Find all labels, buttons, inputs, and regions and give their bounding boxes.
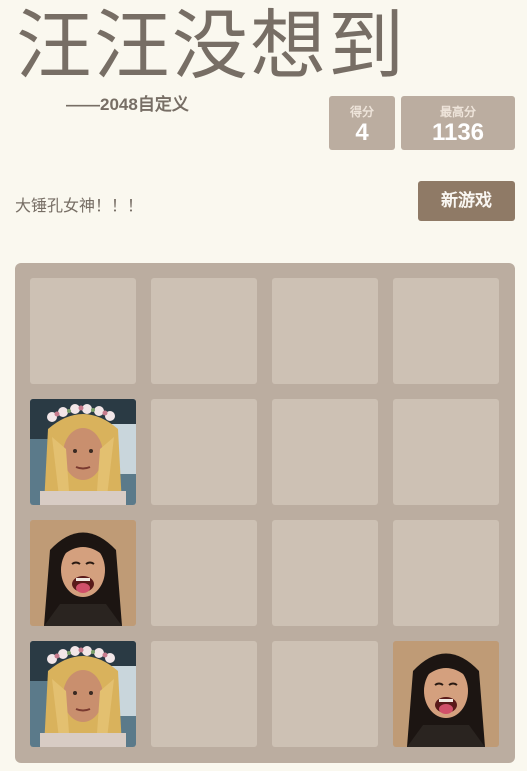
game-title: 汪汪没想到 — [16, 1, 406, 90]
score-label: 得分 — [349, 105, 374, 119]
empty-cell — [151, 399, 257, 505]
flower-crown-face-image — [30, 641, 136, 747]
best-score-value: 1136 — [431, 119, 485, 146]
empty-cell — [272, 278, 378, 384]
empty-cell — [151, 520, 257, 626]
laughing-face-image — [30, 520, 136, 626]
game-intro-text: 大锤孔女神！！！ — [15, 198, 144, 215]
tile-flower-crown-face — [30, 399, 136, 505]
empty-cell — [272, 399, 378, 505]
game-subtitle: ——2048自定义 — [66, 95, 189, 114]
empty-cell — [272, 520, 378, 626]
game-board[interactable] — [15, 263, 515, 763]
tile-laughing-face — [30, 520, 136, 626]
laughing-face-image — [393, 641, 499, 747]
best-score-label: 最高分 — [439, 105, 476, 119]
empty-cell — [393, 278, 499, 384]
empty-cell — [151, 641, 257, 747]
tile-laughing-face — [393, 641, 499, 747]
best-score-box: 最高分 1136 — [401, 96, 515, 150]
empty-cell — [151, 278, 257, 384]
score-box: 得分 4 — [329, 96, 395, 150]
empty-cell — [393, 399, 499, 505]
flower-crown-face-image — [30, 399, 136, 505]
empty-cell — [272, 641, 378, 747]
empty-cell — [393, 520, 499, 626]
score-value: 4 — [355, 119, 369, 146]
empty-cell — [30, 278, 136, 384]
tile-flower-crown-face — [30, 641, 136, 747]
new-game-button[interactable]: 新游戏 — [418, 181, 515, 221]
